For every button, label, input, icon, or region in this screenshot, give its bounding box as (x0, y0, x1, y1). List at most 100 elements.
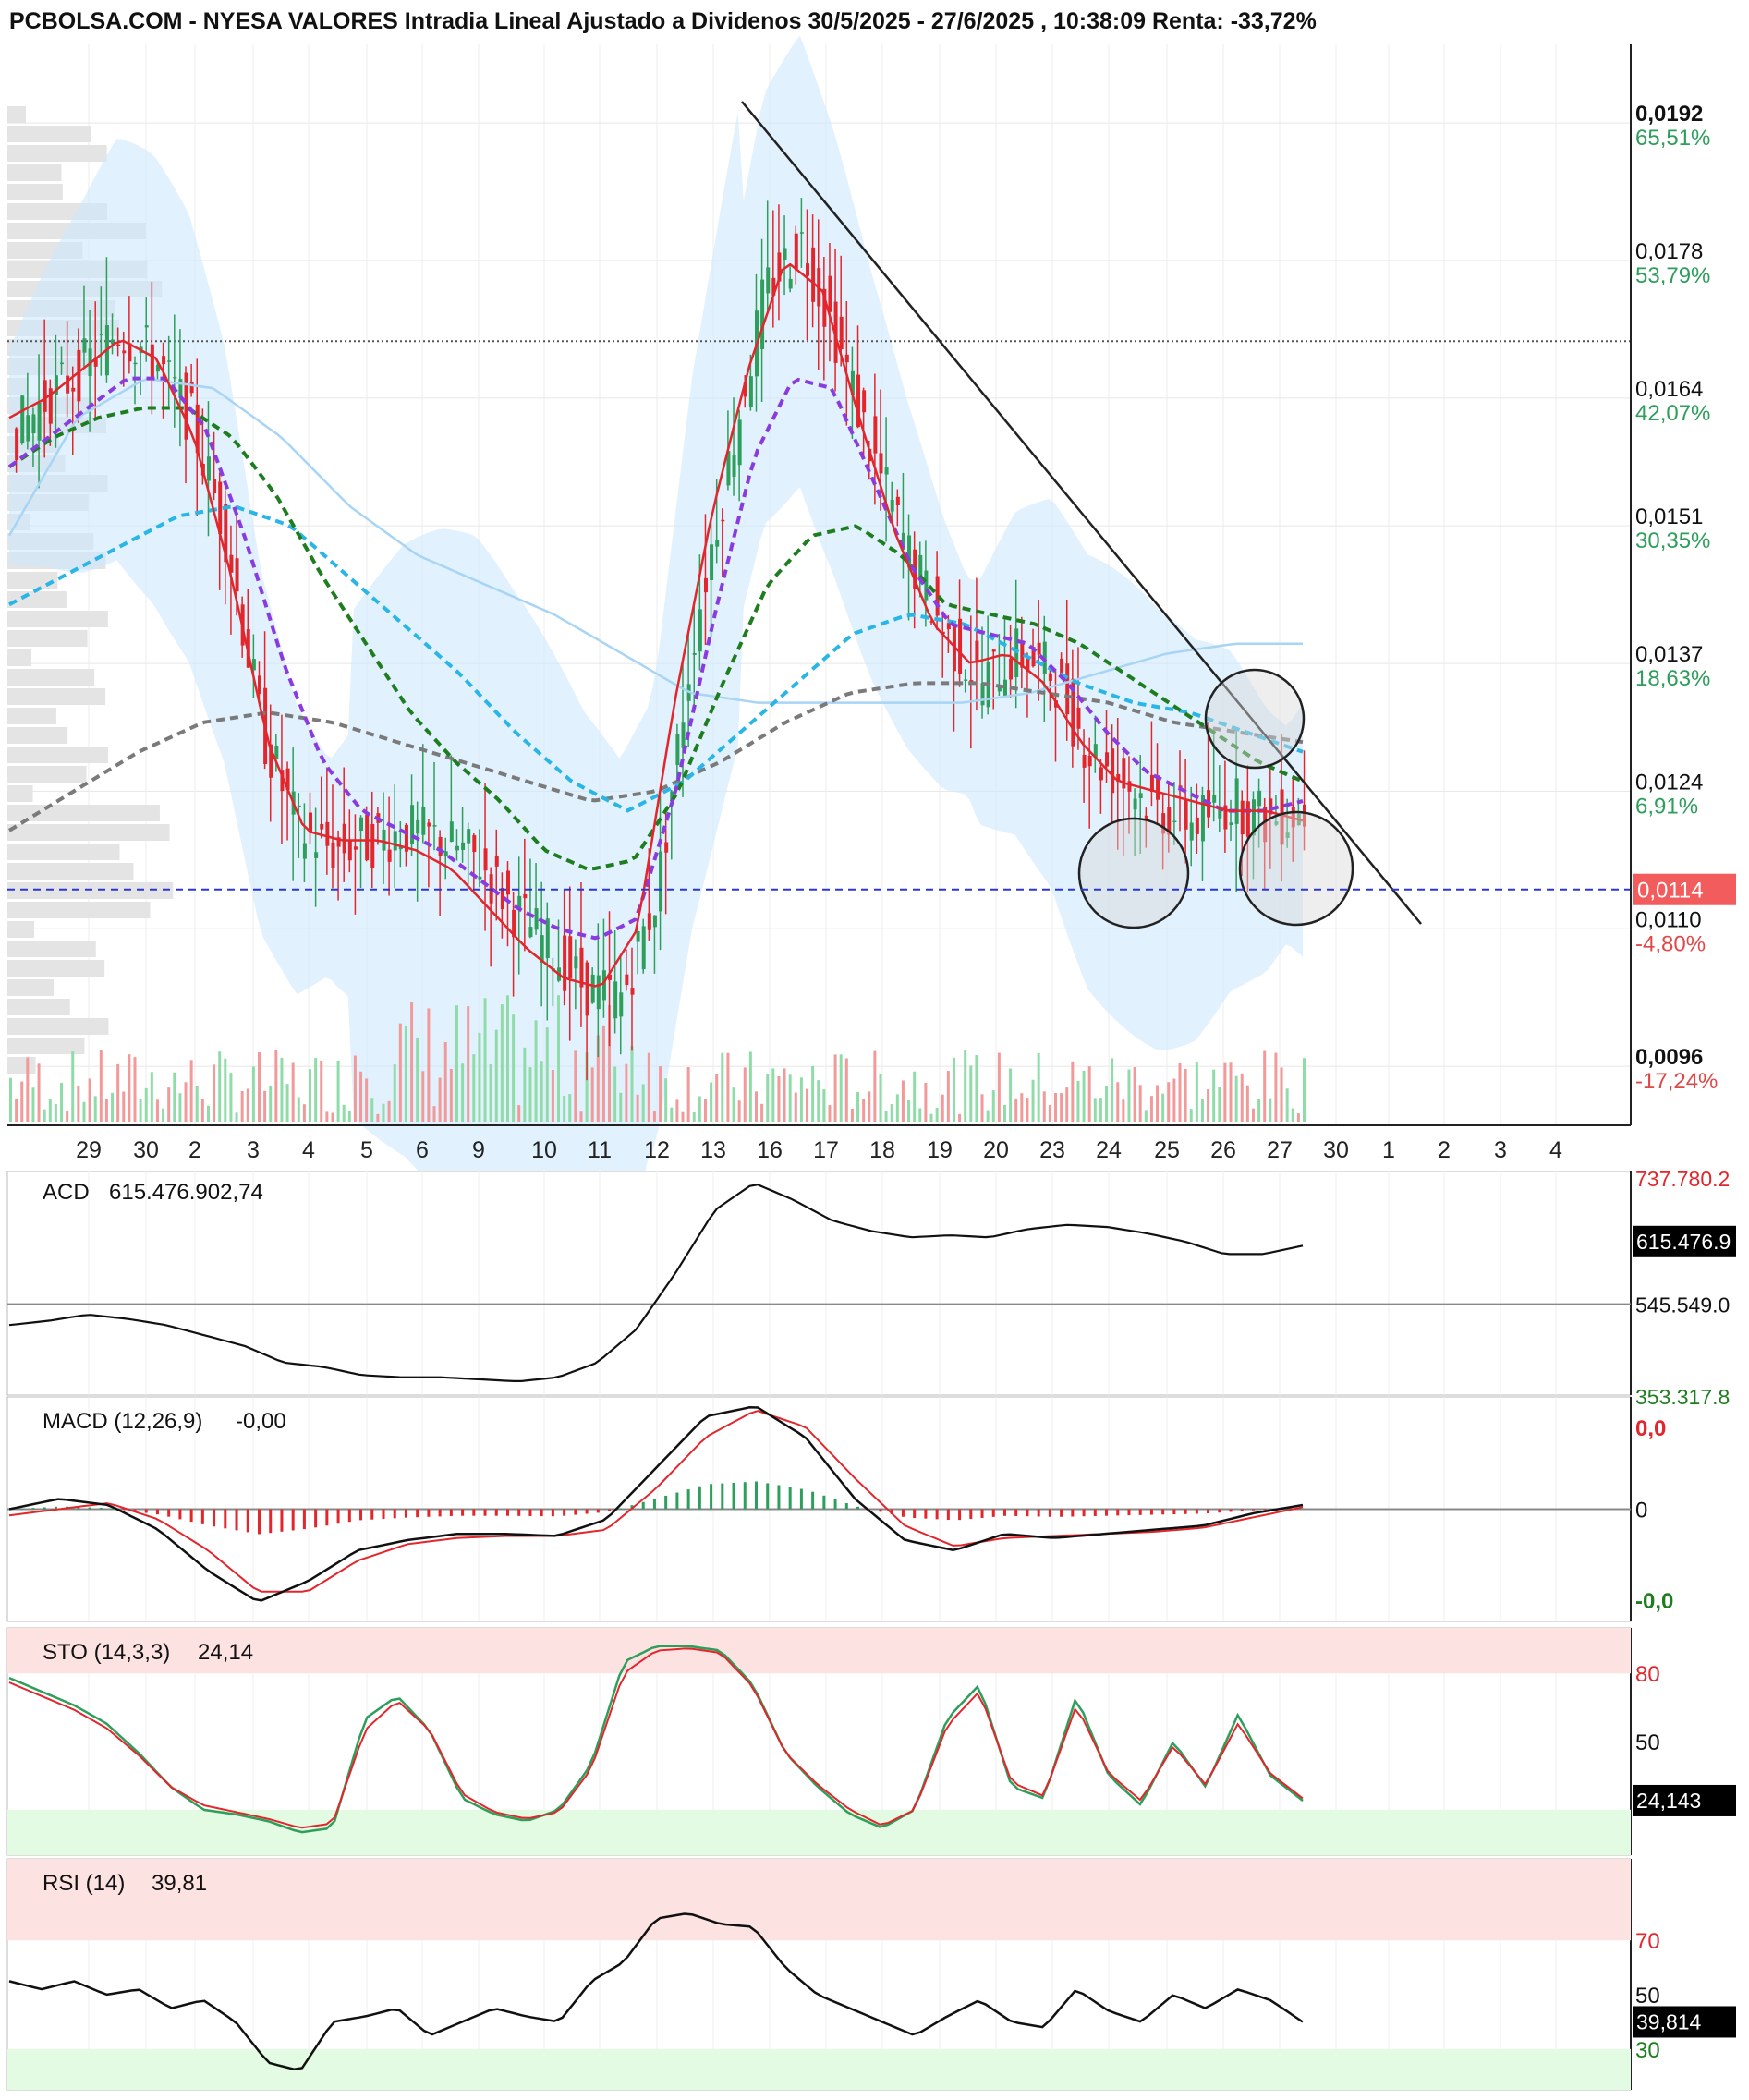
candle-body (1144, 815, 1148, 819)
volume-bar (246, 1088, 249, 1122)
volume-bar (483, 998, 487, 1122)
highlight-circle (1238, 810, 1354, 927)
volume-profile-bar (7, 688, 106, 705)
volume-bar (563, 1095, 566, 1122)
candle-body (647, 913, 651, 930)
volume-bar (111, 1092, 115, 1122)
y-tick-pct: 53,79% (1635, 263, 1710, 288)
volume-bar (71, 1051, 75, 1122)
candle-body (675, 734, 680, 765)
rsi-overbought-zone (7, 1859, 1631, 1941)
volume-bar (128, 1054, 131, 1122)
volume-bar (675, 1099, 679, 1122)
volume-bar (280, 1057, 284, 1122)
x-tick-label: 23 (1039, 1137, 1065, 1163)
macd-histogram-bar (799, 1488, 803, 1510)
macd-histogram-bar (1172, 1509, 1176, 1515)
macd-histogram-bar (754, 1481, 758, 1510)
candle-body (625, 974, 629, 986)
volume-bar (907, 1099, 911, 1122)
macd-histogram-bar (1105, 1509, 1109, 1516)
price-panel: 0,019265,51% 0,017853,79% 0,016442,07% 0,01… (7, 35, 1736, 1303)
candle-body (811, 247, 816, 302)
candle-body (173, 376, 177, 379)
volume-bar (144, 1087, 148, 1122)
x-tick-label: 18 (869, 1137, 895, 1163)
candle-body (213, 479, 217, 494)
volume-bar (771, 1068, 775, 1122)
volume-bar (365, 1078, 369, 1122)
y-tick-pct: -4,80% (1635, 931, 1706, 956)
x-tick-label: 13 (700, 1137, 726, 1163)
macd-histogram-bar (732, 1482, 735, 1510)
rsi-current-label: 39,814 (1636, 2009, 1702, 2033)
candle-body (975, 640, 979, 663)
candle-body (1133, 798, 1137, 810)
volume-bar (213, 1064, 216, 1122)
x-tick-label: 25 (1154, 1137, 1180, 1163)
candle-body (585, 962, 589, 1016)
x-tick-label: 2 (1438, 1137, 1451, 1163)
macd-histogram-bar (901, 1509, 905, 1517)
volume-bar (116, 1063, 120, 1122)
volume-bar (382, 1103, 385, 1122)
macd-histogram-bar (1184, 1509, 1187, 1514)
candle-body (297, 805, 301, 807)
volume-bar (1200, 1099, 1204, 1122)
macd-histogram-bar (1071, 1509, 1075, 1517)
volume-bar (1156, 1085, 1160, 1122)
candle-body (1037, 642, 1041, 655)
volume-bar (946, 1071, 950, 1122)
volume-bar (1026, 1098, 1029, 1122)
volume-bar (817, 1080, 820, 1122)
macd-histogram-bar (721, 1483, 724, 1510)
macd-panel: 0,0 0 -0,0 MACD (12,26,9) -0,00 (6, 1396, 1673, 1622)
volume-bar (568, 1094, 572, 1122)
macd-histogram-bar (359, 1509, 363, 1521)
candle-body (890, 499, 894, 512)
macd-histogram-bar (528, 1509, 532, 1516)
macd-value: -0,00 (236, 1409, 286, 1434)
macd-histogram-bar (144, 1509, 148, 1513)
macd-histogram-bar (1093, 1509, 1097, 1516)
candle-body (783, 248, 787, 260)
volume-bar (783, 1068, 786, 1122)
volume-bar (890, 1104, 893, 1122)
candle-body (257, 675, 261, 695)
volume-profile-bar (7, 999, 70, 1015)
macd-histogram-bar (438, 1509, 442, 1517)
candle-body (1245, 801, 1250, 837)
volume-bar (26, 1057, 30, 1122)
volume-bar (1218, 1087, 1221, 1122)
volume-bar (167, 1087, 171, 1122)
macd-histogram-bar (710, 1484, 713, 1510)
volume-bar (1149, 1096, 1153, 1122)
candle-body (760, 279, 765, 349)
candle-body (1257, 790, 1262, 807)
rsi-tick: 30 (1635, 2038, 1660, 2063)
candle-body (721, 519, 725, 522)
volume-bar (489, 1063, 492, 1122)
candle-body (1076, 707, 1081, 729)
x-tick-label: 11 (588, 1137, 612, 1163)
x-tick-label: 26 (1210, 1137, 1236, 1163)
macd-histogram-bar (1048, 1509, 1051, 1517)
volume-profile-bar (7, 747, 109, 763)
volume-bar (652, 1111, 656, 1122)
macd-histogram-bar (1002, 1509, 1006, 1516)
volume-bar (387, 1100, 391, 1122)
candle-body (478, 876, 482, 880)
candle-body (563, 935, 567, 991)
volume-bar (528, 1067, 532, 1122)
macd-histogram-bar (370, 1509, 374, 1520)
volume-bar (461, 1063, 465, 1122)
volume-bar (478, 1032, 481, 1122)
volume-bar (9, 1077, 12, 1122)
volume-bar (1138, 1085, 1142, 1122)
volume-bar (839, 1054, 843, 1122)
macd-histogram-bar (980, 1509, 984, 1518)
sto-value: 24,14 (198, 1640, 253, 1665)
candle-body (964, 679, 968, 681)
volume-bar (1269, 1098, 1272, 1122)
macd-histogram-bar (652, 1499, 656, 1510)
